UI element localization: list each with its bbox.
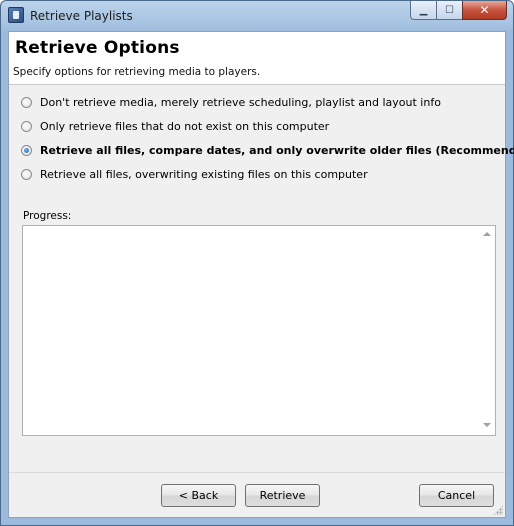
maximize-button[interactable]: ☐ (436, 1, 462, 20)
page-title: Retrieve Options (15, 38, 180, 58)
option-overwrite-all[interactable]: Retrieve all files, overwriting existing… (21, 168, 368, 181)
minimize-button[interactable]: ▁ (410, 1, 436, 20)
window-title: Retrieve Playlists (30, 9, 133, 23)
progress-label: Progress: (23, 210, 72, 222)
back-button-label: < Back (178, 489, 219, 502)
radio-button-icon[interactable] (21, 97, 32, 108)
close-button[interactable]: ✕ (462, 1, 507, 20)
radio-button-icon[interactable] (21, 169, 32, 180)
cancel-button[interactable]: Cancel (419, 484, 494, 507)
resize-grip-icon[interactable] (493, 505, 503, 515)
option-label: Retrieve all files, compare dates, and o… (40, 144, 514, 157)
progress-scrollbar[interactable] (479, 226, 495, 435)
page-subtitle: Specify options for retrieving media to … (13, 66, 261, 78)
option-label: Only retrieve files that do not exist on… (40, 120, 330, 133)
option-missing-files-only[interactable]: Only retrieve files that do not exist on… (21, 120, 329, 133)
scroll-up-arrow-icon[interactable] (483, 232, 491, 236)
option-metadata-only[interactable]: Don't retrieve media, merely retrieve sc… (21, 96, 441, 109)
radio-button-selected-icon[interactable] (21, 145, 32, 156)
maximize-icon: ☐ (445, 4, 454, 16)
minimize-icon: ▁ (419, 4, 428, 16)
window-controls: ▁ ☐ ✕ (410, 1, 507, 21)
cancel-button-label: Cancel (437, 489, 476, 502)
option-label: Don't retrieve media, merely retrieve sc… (40, 96, 441, 109)
footer-divider (9, 472, 505, 473)
title-bar[interactable]: Retrieve Playlists ▁ ☐ ✕ (1, 1, 513, 31)
retrieve-button[interactable]: Retrieve (245, 484, 320, 507)
retrieve-button-label: Retrieve (259, 489, 306, 502)
option-label: Retrieve all files, overwriting existing… (40, 168, 368, 181)
wizard-header: Retrieve Options Specify options for ret… (9, 32, 505, 85)
back-button[interactable]: < Back (161, 484, 236, 507)
close-icon: ✕ (479, 3, 490, 17)
dialog-window: Retrieve Playlists ▁ ☐ ✕ Retrieve Option… (0, 0, 514, 526)
progress-log-textarea[interactable] (22, 225, 496, 436)
radio-button-icon[interactable] (21, 121, 32, 132)
option-compare-dates[interactable]: Retrieve all files, compare dates, and o… (21, 144, 514, 157)
dialog-client-area: Retrieve Options Specify options for ret… (8, 31, 514, 518)
app-icon (8, 7, 24, 23)
scroll-down-arrow-icon[interactable] (483, 423, 491, 427)
